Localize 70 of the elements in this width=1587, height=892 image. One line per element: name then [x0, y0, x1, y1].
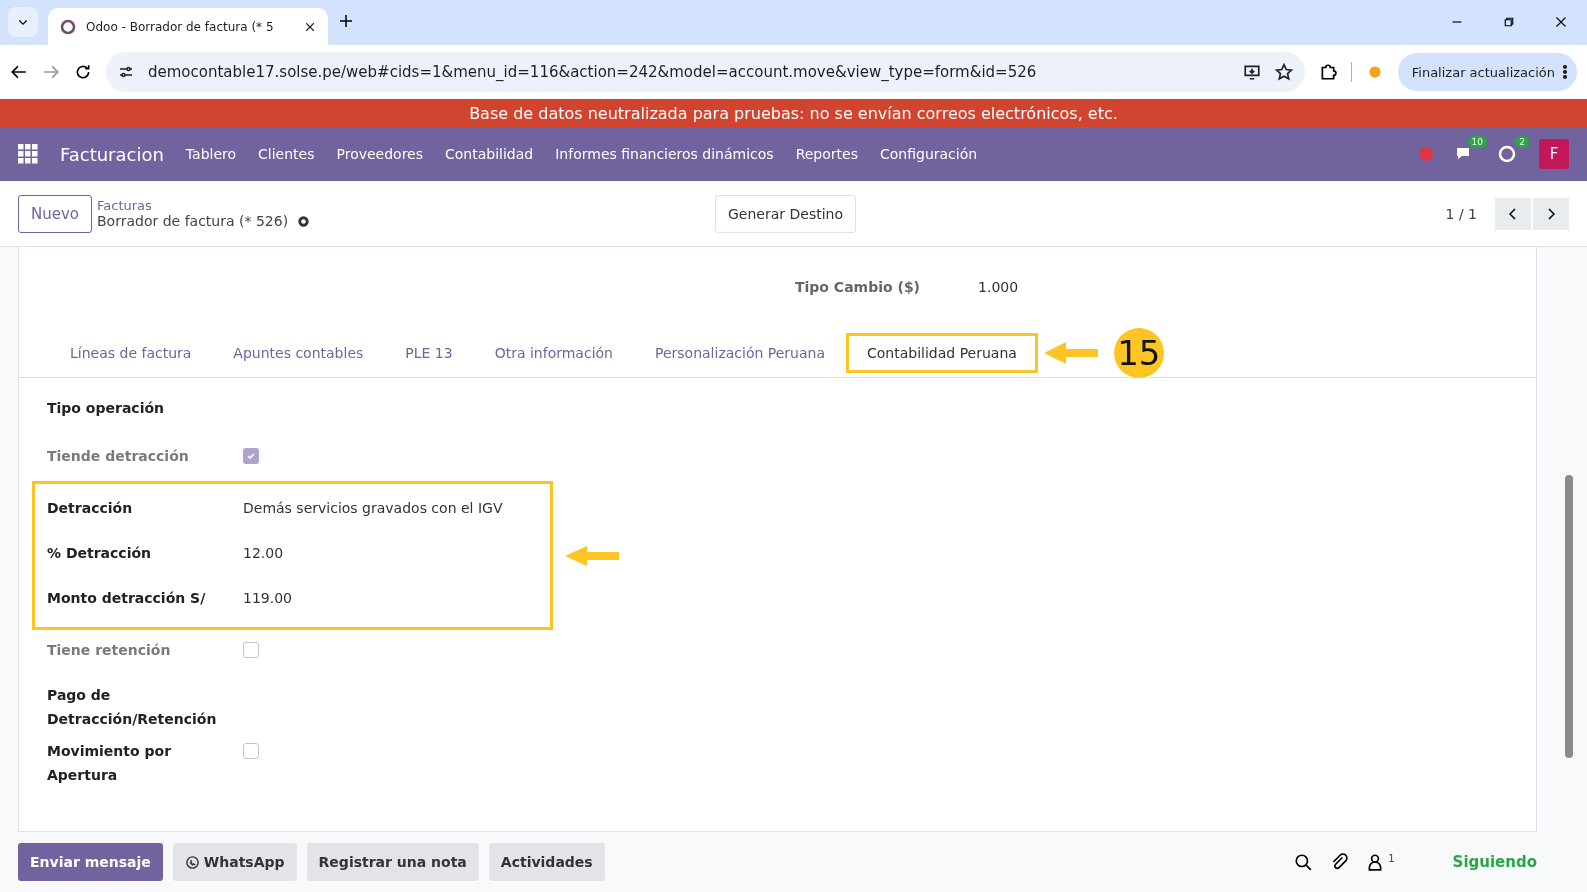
field-label: Pago de Detracción/Retención [47, 686, 218, 729]
plus-icon [338, 13, 354, 29]
form-tab[interactable]: Personalización Peruana [634, 332, 846, 373]
form-tab[interactable]: Apuntes contables [212, 332, 385, 373]
form-tab[interactable]: PLE 13 [384, 332, 474, 373]
chatter-button[interactable]: Enviar mensaje [18, 843, 163, 881]
star-icon [1274, 63, 1293, 81]
notice-text: Base de datos neutralizada para pruebas: no se envían correos electrónicos, etc. [469, 103, 1118, 123]
menu-item[interactable]: Informes financieros dinámicos [555, 146, 774, 162]
next-button[interactable] [1533, 197, 1569, 230]
checkbox[interactable] [243, 743, 259, 759]
back-arrow-icon [10, 63, 28, 81]
field-value: 119.00 [243, 589, 292, 608]
close-icon [1555, 16, 1567, 28]
address-bar[interactable]: democontable17.solse.pe/web#cids=1&menu_id=116&action=242&model=account.move&view_type=form&id=526 [106, 52, 1305, 92]
pointer-arrow-icon [565, 544, 619, 567]
pointer-arrow-icon [1043, 339, 1098, 366]
field-label: Monto detracción S/ [47, 589, 207, 608]
ring-icon [60, 18, 76, 35]
step-number: 15 [1113, 327, 1164, 378]
section-title: Tipo operación [47, 400, 166, 416]
site-settings-icon [118, 64, 134, 80]
check-icon [246, 451, 256, 461]
menu-item[interactable]: Contabilidad [445, 146, 534, 162]
field-label: Detracción [47, 499, 134, 518]
message-count: 10 [1467, 136, 1487, 148]
following-link[interactable]: Siguiendo [1452, 853, 1537, 871]
pager-value: 1 / 1 [1445, 205, 1477, 222]
breadcrumb-link[interactable]: Facturas [97, 198, 715, 213]
form-tab[interactable]: Líneas de factura [49, 332, 213, 373]
field-value: 1.000 [978, 279, 1019, 295]
menu-item[interactable]: Configuración [880, 146, 978, 162]
browser-tab[interactable]: Odoo - Borrador de factura (* 5 [48, 8, 328, 45]
previous-button[interactable] [1495, 197, 1531, 230]
activity-count: 2 [1515, 136, 1529, 148]
app-name[interactable]: Facturacion [60, 143, 164, 165]
menu-item[interactable]: Clientes [258, 146, 315, 162]
update-button[interactable]: Finalizar actualización [1397, 53, 1577, 91]
form-tab[interactable]: Otra información [473, 332, 634, 373]
close-icon [304, 20, 316, 33]
app-grid-icon [18, 144, 38, 164]
field-label: Tiene retención [47, 641, 172, 660]
field-label: Movimiento por Apertura [47, 742, 173, 785]
follower-count: 1 [1388, 853, 1395, 864]
reload-icon [74, 63, 92, 81]
forward-arrow-icon [42, 63, 60, 81]
menu-item[interactable]: Proveedores [336, 146, 424, 162]
field-value: 12.00 [243, 544, 284, 563]
chatter-button[interactable]: Registrar una nota [306, 843, 479, 881]
field-label: Tiende detracción [47, 447, 190, 466]
field-label: Tipo Cambio ($) [795, 279, 921, 295]
more-icon [1563, 64, 1567, 80]
user-avatar[interactable]: F [1539, 139, 1569, 169]
status-dot-icon [1419, 147, 1433, 161]
record-title: Borrador de factura (* 526) [97, 213, 289, 229]
restore-icon [1503, 16, 1515, 28]
chatter-button[interactable]: WhatsApp [172, 843, 297, 881]
paperclip-icon [1330, 853, 1349, 871]
menu-item[interactable]: Reportes [795, 146, 858, 162]
chatter-button[interactable]: Actividades [488, 843, 605, 881]
phone-icon [184, 854, 200, 870]
menu-item[interactable]: Tablero [185, 146, 237, 162]
search-icon [1294, 853, 1313, 871]
tab-list-button[interactable] [8, 7, 38, 37]
generate-button[interactable]: Generar Destino [715, 194, 856, 233]
field-value: Demás servicios gravados con el IGV [243, 499, 503, 518]
install-icon [1242, 63, 1261, 81]
field-label: % Detracción [47, 544, 153, 563]
form-tab[interactable]: Contabilidad Peruana [846, 332, 1038, 373]
new-button[interactable]: Nuevo [18, 194, 92, 233]
